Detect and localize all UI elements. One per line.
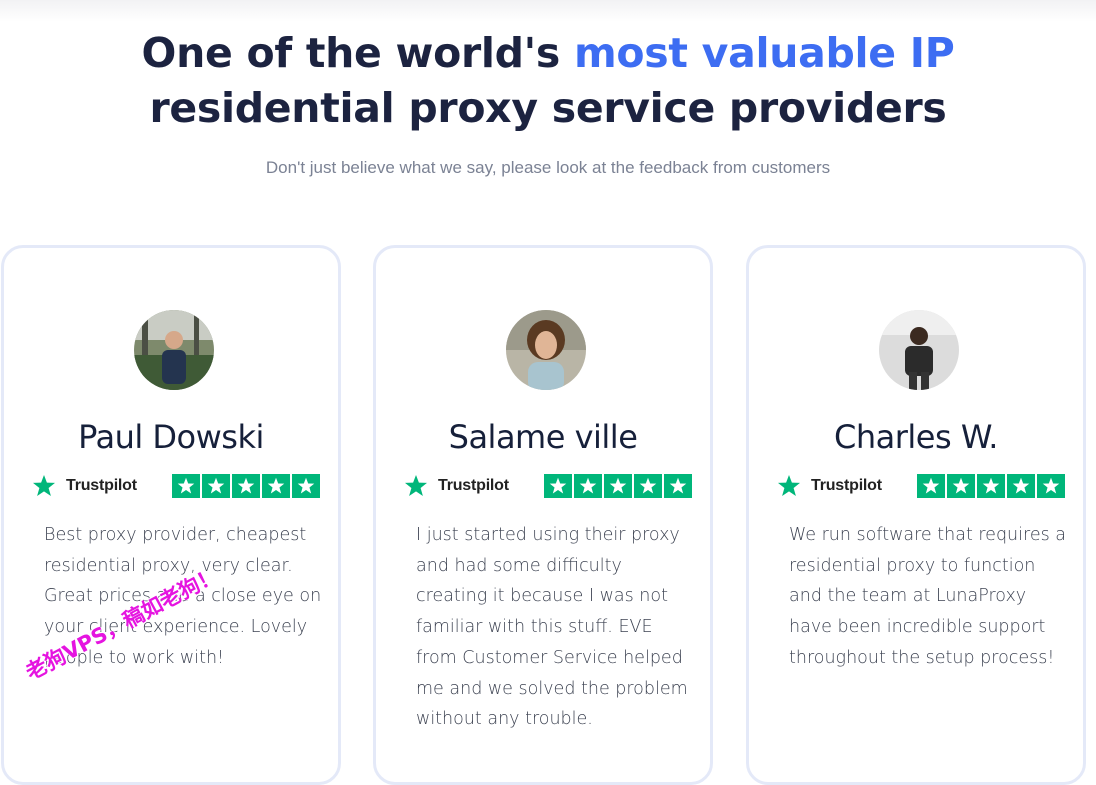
- review-card: Salame ville Trustpilot I just started u…: [373, 245, 713, 785]
- reviewer-name: Salame ville: [448, 418, 638, 456]
- star-rating: [917, 474, 1065, 498]
- star-icon: [604, 474, 632, 498]
- star-icon: [977, 474, 1005, 498]
- trustpilot-star-icon: [778, 475, 800, 496]
- review-card: Charles W. Trustpilot We run software th…: [746, 245, 1086, 785]
- star-icon: [917, 474, 945, 498]
- avatar: [879, 310, 959, 390]
- rating-row: Trustpilot: [32, 473, 322, 499]
- page-title: One of the world's most valuable IP resi…: [0, 26, 1096, 136]
- title-part-2: residential proxy service providers: [149, 84, 947, 132]
- title-part-1: One of the world's: [141, 29, 574, 77]
- star-icon: [172, 474, 200, 498]
- trustpilot-logo: Trustpilot: [404, 474, 509, 498]
- top-fade: [0, 0, 1096, 22]
- star-icon: [262, 474, 290, 498]
- star-icon: [202, 474, 230, 498]
- star-icon: [574, 474, 602, 498]
- star-rating: [172, 474, 320, 498]
- avatar: [506, 310, 586, 390]
- platform-label: Trustpilot: [438, 477, 509, 494]
- reviewer-name: Paul Dowski: [78, 418, 264, 456]
- star-rating: [544, 474, 692, 498]
- star-icon: [292, 474, 320, 498]
- avatar: [134, 310, 214, 390]
- reviewer-name: Charles W.: [834, 418, 998, 456]
- star-icon: [947, 474, 975, 498]
- star-icon: [664, 474, 692, 498]
- review-text: We run software that requires a resident…: [789, 525, 1066, 668]
- review-text: I just started using their proxy and had…: [416, 525, 688, 730]
- trustpilot-logo: Trustpilot: [32, 474, 137, 498]
- trustpilot-star-icon: [33, 475, 55, 496]
- trustpilot-star-icon: [405, 475, 427, 496]
- page-subtitle: Don't just believe what we say, please l…: [265, 158, 831, 177]
- review-card: Paul Dowski Trustpilot Best proxy provid…: [1, 245, 341, 785]
- trustpilot-logo: Trustpilot: [777, 474, 882, 498]
- star-icon: [1007, 474, 1035, 498]
- star-icon: [634, 474, 662, 498]
- platform-label: Trustpilot: [811, 477, 882, 494]
- platform-label: Trustpilot: [66, 477, 137, 494]
- title-accent: most valuable IP: [574, 29, 955, 77]
- rating-row: Trustpilot: [404, 473, 694, 499]
- star-icon: [232, 474, 260, 498]
- star-icon: [544, 474, 572, 498]
- rating-row: Trustpilot: [777, 473, 1067, 499]
- star-icon: [1037, 474, 1065, 498]
